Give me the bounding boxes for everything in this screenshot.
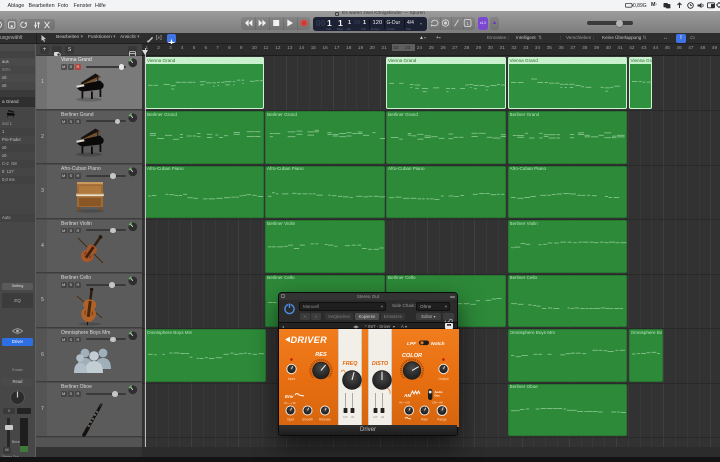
svg-text:IN•—•UD: IN•—•UD: [399, 401, 410, 405]
svg-text:FLT: FLT: [343, 415, 348, 419]
svg-text:IN •—• SC: IN •—• SC: [284, 401, 296, 405]
svg-text:Env: Env: [285, 394, 294, 399]
svg-text:Doc: Doc: [435, 394, 441, 398]
svg-text:COLOR: COLOR: [402, 353, 422, 359]
svg-text:Input: Input: [288, 377, 296, 381]
svg-text:DISTO: DISTO: [372, 361, 389, 367]
svg-text:Release: Release: [319, 418, 331, 422]
svg-text:VA: VA: [381, 415, 385, 419]
svg-text:VA: VA: [351, 415, 355, 419]
svg-text:Rate: Rate: [421, 418, 428, 422]
svg-text:Smooth: Smooth: [302, 418, 313, 422]
svg-text:FREQ: FREQ: [343, 361, 359, 367]
svg-text:FLT: FLT: [373, 415, 378, 419]
svg-text:1: 1: [466, 21, 469, 26]
svg-text:AM: AM: [403, 393, 411, 398]
svg-text:Range: Range: [437, 418, 447, 422]
svg-text:UD•—•HI: UD•—•HI: [432, 401, 443, 405]
svg-text:LPF: LPF: [407, 341, 417, 347]
svg-text:Input: Input: [287, 418, 294, 422]
svg-text:DRIVER: DRIVER: [291, 335, 328, 345]
svg-text:Output: Output: [438, 377, 448, 381]
svg-text:Notch: Notch: [431, 341, 445, 347]
svg-text:RES: RES: [315, 352, 327, 358]
